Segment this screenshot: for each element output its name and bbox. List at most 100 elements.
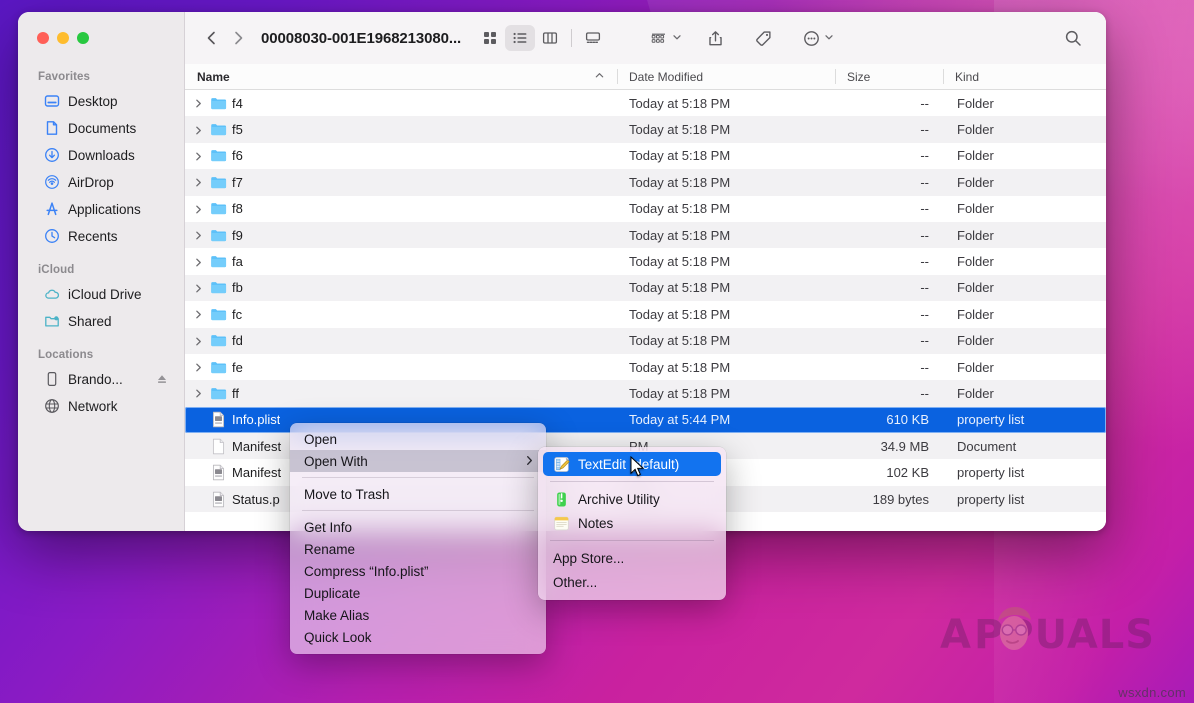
disclosure-triangle-icon[interactable] <box>193 282 205 294</box>
context-menu-item[interactable]: Rename <box>290 538 546 560</box>
disclosure-triangle-icon[interactable] <box>193 335 205 347</box>
file-name-label: fe <box>232 360 243 375</box>
file-name-cell[interactable]: f5 <box>185 121 617 138</box>
airdrop-icon <box>44 174 60 190</box>
size-cell: -- <box>835 148 943 163</box>
disclosure-triangle-icon[interactable] <box>193 176 205 188</box>
file-name-cell[interactable]: fb <box>185 279 617 296</box>
date-modified-cell: Today at 5:18 PM <box>617 122 835 137</box>
disclosure-triangle-icon[interactable] <box>193 203 205 215</box>
file-name-cell[interactable]: fc <box>185 306 617 323</box>
table-row[interactable]: f8Today at 5:18 PM--Folder <box>185 196 1106 222</box>
open-with-menu-item[interactable]: Other... <box>543 570 721 594</box>
open-with-menu-item[interactable]: TextEdit (default) <box>543 452 721 476</box>
table-row[interactable]: f7Today at 5:18 PM--Folder <box>185 169 1106 195</box>
column-view-button[interactable] <box>535 25 565 51</box>
forward-button[interactable] <box>225 25 251 51</box>
context-menu-item[interactable]: Move to Trash <box>290 483 546 505</box>
column-header-kind[interactable]: Kind <box>943 64 1106 89</box>
table-row[interactable]: feToday at 5:18 PM--Folder <box>185 354 1106 380</box>
file-name-label: f4 <box>232 96 243 111</box>
file-name-cell[interactable]: ff <box>185 385 617 402</box>
close-window-button[interactable] <box>37 32 49 44</box>
gallery-view-button[interactable] <box>578 25 608 51</box>
file-name-cell[interactable]: fd <box>185 332 617 349</box>
table-row[interactable]: fdToday at 5:18 PM--Folder <box>185 328 1106 354</box>
file-name-cell[interactable]: fe <box>185 359 617 376</box>
icon-view-button[interactable] <box>475 25 505 51</box>
open-with-menu-item[interactable]: Notes <box>543 511 721 535</box>
appuals-face-logo <box>990 603 1038 653</box>
table-row[interactable]: ffToday at 5:18 PM--Folder <box>185 380 1106 406</box>
context-menu-item[interactable]: Duplicate <box>290 582 546 604</box>
eject-icon[interactable] <box>156 373 168 385</box>
table-row[interactable]: fcToday at 5:18 PM--Folder <box>185 301 1106 327</box>
shared-folder-icon <box>44 313 60 329</box>
sidebar-item-airdrop[interactable]: AirDrop <box>24 169 176 195</box>
column-header-size[interactable]: Size <box>835 64 943 89</box>
tag-icon[interactable] <box>748 25 778 51</box>
sidebar-item-network[interactable]: Network <box>24 393 176 419</box>
sidebar-item-documents[interactable]: Documents <box>24 115 176 141</box>
list-view-button[interactable] <box>505 25 535 51</box>
group-by-button[interactable] <box>644 25 674 51</box>
table-row[interactable]: fbToday at 5:18 PM--Folder <box>185 275 1106 301</box>
table-row[interactable]: faToday at 5:18 PM--Folder <box>185 248 1106 274</box>
file-name-cell[interactable]: f8 <box>185 200 617 217</box>
context-menu-item[interactable]: Make Alias <box>290 604 546 626</box>
sidebar-item-applications[interactable]: Applications <box>24 196 176 222</box>
open-with-menu-item[interactable]: Archive Utility <box>543 487 721 511</box>
date-modified-cell: Today at 5:18 PM <box>617 148 835 163</box>
sidebar-item-recents[interactable]: Recents <box>24 223 176 249</box>
sidebar-item-desktop[interactable]: Desktop <box>24 88 176 114</box>
context-menu-item[interactable]: Open <box>290 428 546 450</box>
chevron-down-icon[interactable] <box>824 29 834 47</box>
chevron-down-icon[interactable] <box>672 29 682 47</box>
back-button[interactable] <box>199 25 225 51</box>
disclosure-triangle-icon[interactable] <box>193 256 205 268</box>
context-menu-item[interactable]: Quick Look <box>290 626 546 648</box>
size-cell: -- <box>835 254 943 269</box>
disclosure-triangle-icon[interactable] <box>193 387 205 399</box>
file-name-cell[interactable]: f7 <box>185 174 617 191</box>
appuals-watermark: A PPUALS <box>940 612 1155 658</box>
kind-cell: Folder <box>943 122 1106 137</box>
open-with-menu-item-label: TextEdit (default) <box>578 457 679 472</box>
minimize-window-button[interactable] <box>57 32 69 44</box>
context-menu[interactable]: OpenOpen With Move to Trash Get InfoRename… <box>290 423 546 654</box>
disclosure-triangle-icon[interactable] <box>193 150 205 162</box>
disclosure-triangle-icon[interactable] <box>193 229 205 241</box>
context-menu-item[interactable]: Compress “Info.plist” <box>290 560 546 582</box>
disclosure-triangle-icon[interactable] <box>193 97 205 109</box>
sidebar-item-downloads[interactable]: Downloads <box>24 142 176 168</box>
context-menu-item[interactable]: Get Info <box>290 516 546 538</box>
kind-cell: property list <box>943 492 1106 507</box>
disclosure-triangle-icon[interactable] <box>193 361 205 373</box>
table-row[interactable]: f5Today at 5:18 PM--Folder <box>185 116 1106 142</box>
sidebar-item-shared[interactable]: Shared <box>24 308 176 334</box>
share-button[interactable] <box>700 25 730 51</box>
search-icon[interactable] <box>1058 25 1088 51</box>
file-name-cell[interactable]: f6 <box>185 147 617 164</box>
maximize-window-button[interactable] <box>77 32 89 44</box>
context-menu-item[interactable]: Open With <box>290 450 546 472</box>
disclosure-triangle-icon[interactable] <box>193 308 205 320</box>
table-row[interactable]: f4Today at 5:18 PM--Folder <box>185 90 1106 116</box>
disclosure-triangle-icon[interactable] <box>193 124 205 136</box>
table-row[interactable]: f6Today at 5:18 PM--Folder <box>185 143 1106 169</box>
file-name-label: Manifest <box>232 465 281 480</box>
sidebar-item-brando-device[interactable]: Brando... <box>24 366 176 392</box>
open-with-submenu[interactable]: TextEdit (default) Archive UtilityNotes Ap… <box>538 447 726 600</box>
column-header-date-modified[interactable]: Date Modified <box>617 64 835 89</box>
more-actions-control[interactable] <box>796 25 834 51</box>
table-row[interactable]: f9Today at 5:18 PM--Folder <box>185 222 1106 248</box>
file-name-cell[interactable]: f9 <box>185 227 617 244</box>
file-name-cell[interactable]: fa <box>185 253 617 270</box>
more-button[interactable] <box>796 25 826 51</box>
file-name-cell[interactable]: f4 <box>185 95 617 112</box>
sidebar-item-icloud-drive[interactable]: iCloud Drive <box>24 281 176 307</box>
kind-cell: Folder <box>943 175 1106 190</box>
column-header-name[interactable]: Name <box>185 64 617 89</box>
group-by-control[interactable] <box>644 25 682 51</box>
open-with-menu-item[interactable]: App Store... <box>543 546 721 570</box>
